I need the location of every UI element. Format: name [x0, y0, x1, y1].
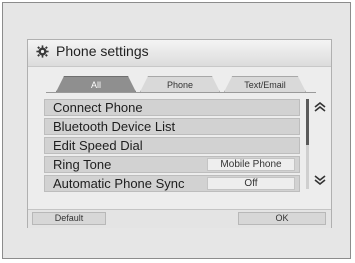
list-item-edit-speed-dial[interactable]: Edit Speed Dial [44, 137, 300, 154]
chevron-up-double-icon[interactable] [314, 102, 326, 112]
bottom-bar: Default OK [28, 209, 331, 228]
list-item-automatic-phone-sync[interactable]: Automatic Phone Sync Off [44, 175, 300, 192]
list-item-label: Connect Phone [53, 100, 143, 115]
ok-button[interactable]: OK [238, 212, 326, 225]
tab-text-email[interactable]: Text/Email [224, 76, 306, 92]
gear-icon [36, 45, 49, 58]
list-item-connect-phone[interactable]: Connect Phone [44, 99, 300, 116]
tab-all[interactable]: All [56, 76, 136, 92]
display-frame: Phone settings All Phone Text/Email Conn… [2, 2, 351, 259]
default-button[interactable]: Default [32, 212, 106, 225]
list-item-label: Ring Tone [53, 157, 112, 172]
scroll-thumb[interactable] [306, 99, 309, 145]
chevron-down-double-icon[interactable] [314, 175, 326, 185]
tab-phone[interactable]: Phone [140, 76, 220, 92]
tab-bar: All Phone Text/Email [56, 76, 306, 92]
list-item-label: Bluetooth Device List [53, 119, 176, 134]
ring-tone-value: Mobile Phone [207, 158, 295, 171]
list-item-bluetooth-device-list[interactable]: Bluetooth Device List [44, 118, 300, 135]
page-title: Phone settings [56, 43, 149, 59]
tab-divider [46, 92, 316, 93]
list-item-ring-tone[interactable]: Ring Tone Mobile Phone [44, 156, 300, 173]
title-bar: Phone settings [28, 40, 331, 67]
list-item-label: Automatic Phone Sync [53, 176, 185, 191]
scrollbar[interactable] [306, 99, 309, 189]
phone-settings-screen: Phone settings All Phone Text/Email Conn… [27, 39, 332, 228]
settings-list: Connect Phone Bluetooth Device List Edit… [44, 99, 300, 194]
automatic-phone-sync-value: Off [207, 177, 295, 190]
list-item-label: Edit Speed Dial [53, 138, 143, 153]
